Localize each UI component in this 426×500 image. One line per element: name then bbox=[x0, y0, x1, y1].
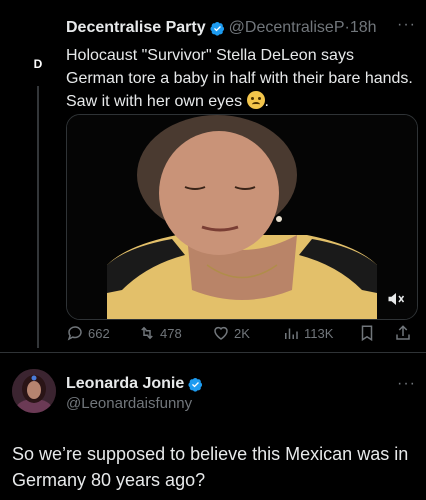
heart-icon bbox=[214, 326, 228, 340]
reply-button[interactable]: 662 bbox=[66, 324, 110, 342]
bookmark-icon bbox=[361, 325, 373, 342]
reply-author-name-row: Leonarda Jonie bbox=[66, 375, 207, 393]
video-player[interactable] bbox=[66, 114, 418, 320]
author-handle[interactable]: @DecentraliseP bbox=[229, 19, 345, 37]
action-bar: 662 478 2K 113K bbox=[66, 322, 416, 346]
reply-count: 662 bbox=[88, 325, 110, 341]
retweet-button[interactable]: 478 bbox=[138, 324, 182, 342]
avatar-photo bbox=[12, 369, 56, 413]
reply-author-avatar[interactable] bbox=[12, 369, 56, 413]
tweet-header: Decentralise Party @DecentraliseP · 18h bbox=[66, 16, 416, 40]
timestamp[interactable]: 18h bbox=[350, 19, 377, 37]
author-name[interactable]: Decentralise Party bbox=[66, 19, 206, 37]
retweet-icon bbox=[141, 326, 153, 340]
more-options-button[interactable]: ··· bbox=[397, 16, 416, 34]
reply-text: So we’re supposed to believe this Mexica… bbox=[12, 444, 409, 490]
reply-more-options-button[interactable]: ··· bbox=[397, 375, 416, 393]
author-avatar[interactable]: D bbox=[18, 44, 58, 84]
mute-icon[interactable] bbox=[387, 291, 405, 307]
tweet-text-end: . bbox=[264, 93, 269, 110]
views-button[interactable]: 113K bbox=[282, 324, 333, 342]
like-count: 2K bbox=[234, 325, 250, 341]
share-button[interactable] bbox=[394, 324, 416, 342]
grimacing-face-icon bbox=[246, 91, 265, 109]
bookmark-button[interactable] bbox=[358, 324, 380, 342]
views-count: 113K bbox=[304, 325, 334, 341]
video-frame bbox=[67, 115, 417, 319]
share-icon bbox=[396, 325, 410, 340]
verified-badge-icon bbox=[188, 377, 203, 392]
like-button[interactable]: 2K bbox=[212, 324, 250, 342]
verified-badge-icon bbox=[210, 21, 224, 36]
reply-author-handle[interactable]: @Leonardaisfunny bbox=[66, 395, 192, 412]
tweet-body: Holocaust "Survivor" Stella DeLeon says … bbox=[66, 47, 413, 110]
tweet-text: Holocaust "Survivor" Stella DeLeon says … bbox=[66, 44, 416, 113]
tweet-card[interactable]: D Decentralise Party @DecentraliseP · 18… bbox=[0, 0, 426, 352]
thread-line bbox=[37, 86, 39, 348]
reply-author-name[interactable]: Leonarda Jonie bbox=[66, 375, 184, 393]
views-chart-icon bbox=[285, 328, 298, 339]
reply-card[interactable]: Leonarda Jonie @Leonardaisfunny ··· So w… bbox=[0, 353, 426, 500]
retweet-count: 478 bbox=[160, 325, 182, 341]
reply-icon bbox=[67, 326, 82, 341]
avatar-letter: D bbox=[33, 57, 43, 71]
